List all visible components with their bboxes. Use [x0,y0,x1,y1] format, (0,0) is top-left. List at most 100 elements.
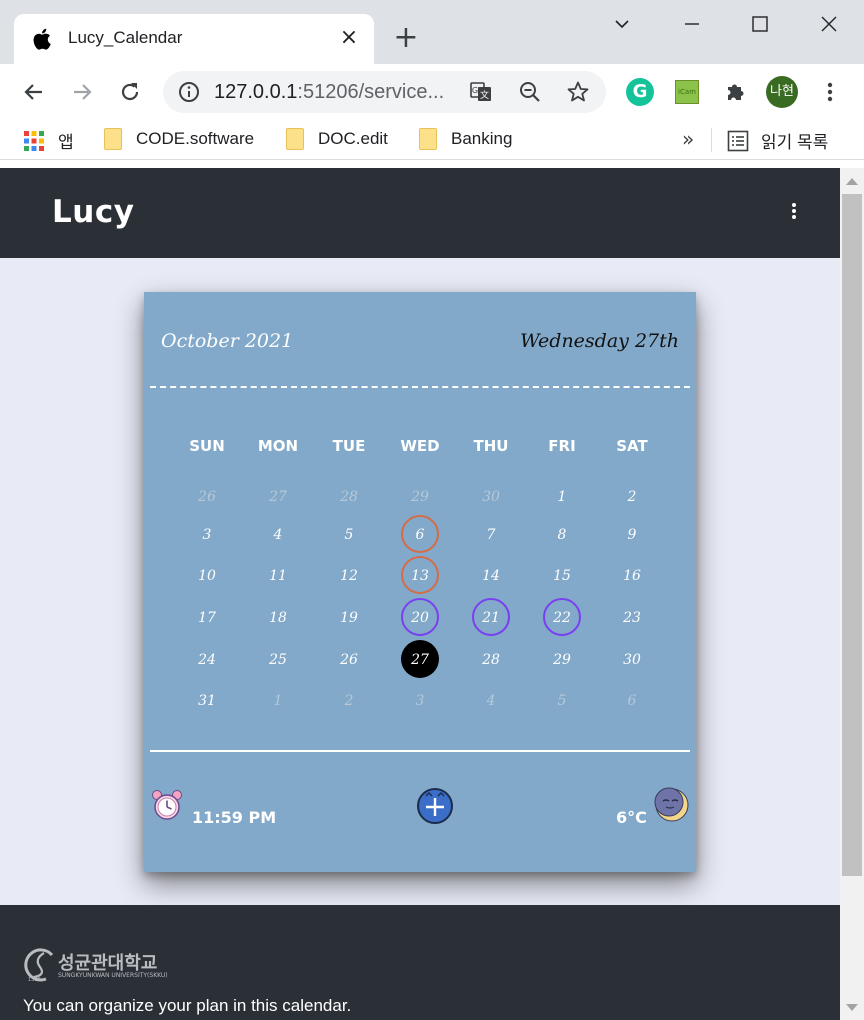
calendar-day[interactable]: 26 [330,640,368,678]
calendar-day[interactable]: 15 [543,556,581,594]
calendar-day[interactable]: 2 [613,477,651,515]
calendar-day-today[interactable]: 27 [401,640,439,678]
profile-avatar[interactable]: 나현 [766,76,798,108]
calendar-day[interactable]: 28 [330,477,368,515]
extensions-puzzle-icon[interactable] [722,78,750,106]
calendar-day[interactable]: 3 [401,681,439,719]
bookmark-banking[interactable]: Banking [419,128,512,152]
page-viewport: Lucy October 2021 Wednesday 27th SUN MON T… [0,168,840,1020]
more-options-icon[interactable] [786,200,802,224]
time-display: 11:59 PM [192,808,277,827]
weekday-header: THU [473,437,509,455]
vertical-scrollbar[interactable] [840,168,864,1020]
calendar-day[interactable]: 28 [472,640,510,678]
calendar-day[interactable]: 29 [401,477,439,515]
tab-search-chevron-icon[interactable] [608,10,636,38]
scroll-down-arrow-icon[interactable] [846,1004,858,1011]
bookmark-label: CODE.software [136,129,255,148]
add-event-button[interactable] [417,788,453,824]
calendar-day[interactable]: 14 [472,556,510,594]
weekday-header: WED [400,437,440,455]
calendar-day[interactable]: 24 [188,640,226,678]
back-arrow-icon[interactable] [20,78,48,106]
calendar-day-event[interactable]: 6 [401,515,439,553]
calendar-day[interactable]: 26 [188,477,226,515]
month-label: October 2021 [161,330,294,352]
apple-logo-icon [33,28,51,50]
calendar-day[interactable]: 4 [259,515,297,553]
calendar-day[interactable]: 19 [330,598,368,636]
tab-close-button[interactable]: × [338,25,360,51]
header-divider [150,386,690,388]
calendar-day[interactable]: 17 [188,598,226,636]
scroll-thumb[interactable] [842,194,862,876]
svg-text:1398: 1398 [28,977,41,983]
calendar-day[interactable]: 9 [613,515,651,553]
apps-grid-icon [24,130,44,151]
url-text[interactable]: 127.0.0.1:51206/service... [214,81,444,104]
calendar-day[interactable]: 1 [259,681,297,719]
calendar-day[interactable]: 30 [472,477,510,515]
calendar-day[interactable]: 31 [188,681,226,719]
calendar-day[interactable]: 12 [330,556,368,594]
calendar-day[interactable]: 5 [330,515,368,553]
tab-title: Lucy_Calendar [68,28,183,47]
calendar-day[interactable]: 25 [259,640,297,678]
calendar-day[interactable]: 18 [259,598,297,636]
calendar-day[interactable]: 16 [613,556,651,594]
new-tab-button[interactable]: + [392,23,420,53]
weekday-header: MON [257,437,299,455]
icam-extension-icon[interactable]: iCam [675,80,699,104]
calendar-day[interactable]: 23 [613,598,651,636]
svg-text:G: G [472,86,478,95]
zoom-out-icon[interactable] [518,80,542,104]
calendar-day[interactable]: 11 [259,556,297,594]
university-emblem-icon: 1398 [24,948,54,983]
calendar-day[interactable]: 4 [472,681,510,719]
calendar-day-event[interactable]: 21 [472,598,510,636]
calendar-day[interactable]: 29 [543,640,581,678]
bookmarks-overflow-button[interactable]: » [682,127,694,151]
browser-tab[interactable]: Lucy_Calendar × [14,14,374,64]
svg-text:文: 文 [480,89,489,101]
scroll-up-arrow-icon[interactable] [846,178,858,185]
bookmark-label: DOC.edit [318,129,388,148]
calendar-day[interactable]: 30 [613,640,651,678]
site-info-icon[interactable] [177,80,201,104]
temperature-display: 6°C [616,808,647,827]
footer-description: You can organize your plan in this calen… [23,996,352,1015]
forward-arrow-icon[interactable] [68,78,96,106]
alarm-clock-icon[interactable] [150,788,184,822]
calendar-day[interactable]: 1 [543,477,581,515]
address-bar[interactable]: 127.0.0.1:51206/service... 文 G [163,71,606,113]
minimize-button[interactable] [678,10,706,38]
calendar-day[interactable]: 6 [613,681,651,719]
bookmark-apps[interactable]: 앱 [24,128,74,152]
calendar-day[interactable]: 10 [188,556,226,594]
calendar-day-event[interactable]: 13 [401,556,439,594]
browser-toolbar: 127.0.0.1:51206/service... 文 G G iCam 나현 [0,64,864,120]
calendar-day[interactable]: 8 [543,515,581,553]
close-window-button[interactable] [815,10,843,38]
calendar-card: October 2021 Wednesday 27th SUN MON TUE WED… [144,292,696,872]
calendar-day[interactable]: 2 [330,681,368,719]
maximize-button[interactable] [746,10,774,38]
calendar-day[interactable]: 5 [543,681,581,719]
calendar-day[interactable]: 3 [188,515,226,553]
bookmark-doc-edit[interactable]: DOC.edit [286,128,388,152]
reading-list-button[interactable]: 읽기 목록 [727,128,828,152]
translate-icon[interactable]: 文 G [469,80,493,104]
calendar-day-event[interactable]: 22 [543,598,581,636]
calendar-day[interactable]: 7 [472,515,510,553]
browser-menu-icon[interactable] [818,78,842,106]
moon-weather-icon [654,787,689,822]
grammarly-extension-icon[interactable]: G [626,78,654,106]
reload-icon[interactable] [116,78,144,106]
calendar-day[interactable]: 27 [259,477,297,515]
calendar-day-event[interactable]: 20 [401,598,439,636]
weekday-header: FRI [548,437,576,455]
bookmark-star-icon[interactable] [566,80,590,104]
plus-icon [425,792,445,816]
folder-icon [104,128,122,150]
bookmark-code-software[interactable]: CODE.software [104,128,254,152]
